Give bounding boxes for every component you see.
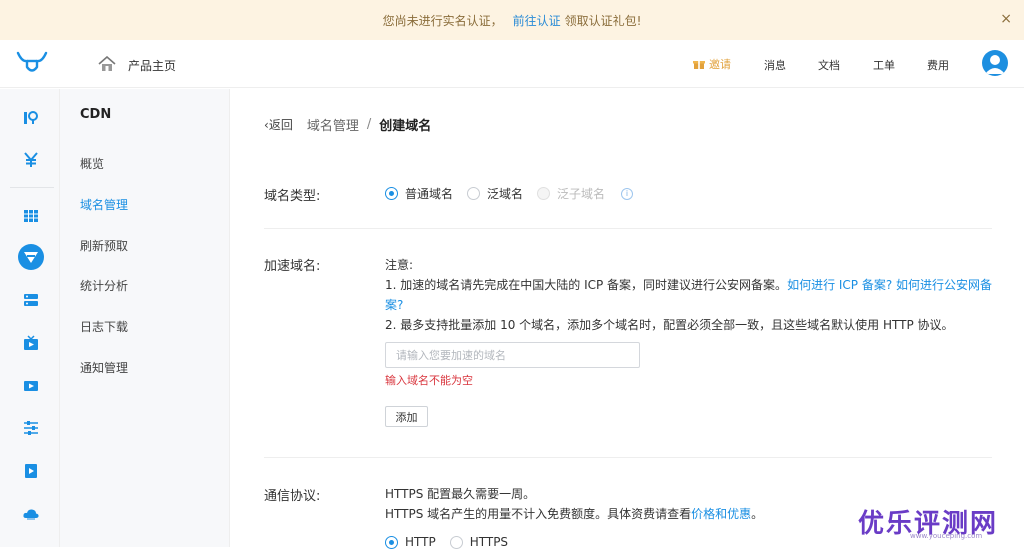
close-icon[interactable]: × (1000, 11, 1012, 27)
domain-input[interactable] (385, 342, 640, 368)
billing-link[interactable]: 费用 (927, 57, 949, 73)
sidebar-title: CDN (80, 107, 112, 122)
accel-domain-notes: 注意: 1. 加速的域名请先完成在中国大陆的 ICP 备案，同时建议进行公安网备… (385, 255, 995, 335)
protocol-note-2-text: HTTPS 域名产生的用量不计入免费额度。具体资费请查看 (385, 507, 692, 521)
section-divider (264, 457, 992, 458)
tv-icon[interactable] (22, 334, 40, 352)
sidebar-item-notifications[interactable]: 通知管理 (80, 359, 128, 376)
watermark-url: www.youceping.com (910, 532, 983, 540)
protocol-note-1: HTTPS 配置最久需要一周。 (385, 487, 536, 501)
radio-label: 泛子域名 (557, 187, 606, 201)
radio-dot-disabled (537, 187, 551, 200)
gift-icon (693, 61, 705, 69)
banner-suffix: 领取认证礼包! (564, 13, 642, 28)
protocol-label: 通信协议: (264, 489, 321, 504)
cloud-icon[interactable] (22, 505, 40, 523)
radio-wildcard-subdomain: 泛子域名 (537, 185, 605, 202)
page-title: 创建域名 (379, 119, 432, 134)
note-1: 1. 加速的域名请先完成在中国大陆的 ICP 备案，同时建议进行公安网备案。如何… (385, 275, 995, 315)
radio-label: 泛域名 (487, 187, 524, 201)
logo-icon[interactable] (16, 50, 48, 76)
sidebar-item-refresh-prefetch[interactable]: 刷新预取 (80, 237, 128, 254)
accel-domain-label: 加速域名: (264, 259, 321, 274)
radio-dot (467, 187, 481, 200)
yen-icon[interactable] (22, 151, 40, 169)
cdn-sidebar: CDN 概览 域名管理 刷新预取 统计分析 日志下载 通知管理 (60, 89, 230, 547)
breadcrumb: ‹返回 域名管理 / 创建域名 (264, 115, 431, 134)
sidebar-item-overview[interactable]: 概览 (80, 155, 104, 172)
verification-banner: 您尚未进行实名认证， 前往认证 领取认证礼包! × (0, 0, 1024, 40)
back-button[interactable]: ‹返回 (264, 116, 293, 133)
banner-message: 您尚未进行实名认证， (382, 13, 503, 28)
home-icon (98, 56, 116, 71)
domain-error-message: 输入域名不能为空 (385, 374, 473, 387)
protocol-note-2: HTTPS 域名产生的用量不计入免费额度。具体资费请查看价格和优惠。 (385, 504, 763, 524)
protocol-notes: HTTPS 配置最久需要一周。 HTTPS 域名产生的用量不计入免费额度。具体资… (385, 484, 763, 524)
messages-link[interactable]: 消息 (764, 57, 786, 73)
verify-link[interactable]: 前往认证 (513, 12, 561, 29)
top-navigation: 产品主页 邀请 消息 文档 工单 费用 (0, 40, 1024, 88)
section-divider (264, 228, 992, 229)
product-home-link[interactable]: 产品主页 (128, 57, 176, 74)
protocol-note-2-end: 。 (751, 507, 764, 521)
domain-type-label: 域名类型: (264, 189, 321, 204)
play-icon[interactable] (22, 462, 40, 480)
docs-link[interactable]: 文档 (818, 57, 840, 73)
add-domain-button[interactable]: 添加 (385, 406, 428, 427)
police-filing-link-cont[interactable]: 案? (385, 298, 403, 312)
sidebar-item-statistics[interactable]: 统计分析 (80, 277, 128, 294)
police-filing-link[interactable]: 如何进行公安网备 (896, 278, 992, 292)
back-label: 返回 (268, 118, 293, 132)
avatar[interactable] (982, 50, 1008, 76)
video-icon[interactable] (22, 377, 40, 395)
sidebar-item-domain-management[interactable]: 域名管理 (80, 196, 128, 213)
notes-title: 注意: (385, 258, 414, 272)
user-icon (985, 55, 1005, 74)
note-1-text: 1. 加速的域名请先完成在中国大陆的 ICP 备案，同时建议进行公安网备案。 (385, 278, 788, 292)
grid-icon[interactable] (22, 207, 40, 225)
server-icon[interactable] (22, 291, 40, 309)
rail-divider (10, 187, 54, 188)
route-icon[interactable] (22, 109, 40, 127)
radio-normal-domain[interactable]: 普通域名 (385, 185, 453, 202)
product-icon-rail (0, 89, 60, 547)
cdn-icon[interactable] (18, 244, 44, 270)
invite-label: 邀请 (709, 58, 731, 71)
info-icon[interactable]: i (621, 187, 634, 200)
radio-dot-selected (385, 187, 398, 200)
invite-link[interactable]: 邀请 (693, 56, 731, 72)
radio-wildcard-domain[interactable]: 泛域名 (467, 185, 523, 202)
cdn-glyph-icon (24, 252, 38, 263)
sliders-icon[interactable] (22, 419, 40, 437)
breadcrumb-domain-management[interactable]: 域名管理 (307, 115, 359, 134)
main-content: ‹返回 域名管理 / 创建域名 域名类型: 普通域名 泛域名 泛子域名 i 加速… (231, 89, 1024, 549)
icp-filing-link[interactable]: 如何进行 ICP 备案? (787, 278, 892, 292)
domain-type-radio-group: 普通域名 泛域名 泛子域名 i (385, 185, 634, 202)
pricing-link[interactable]: 价格和优惠 (691, 507, 751, 521)
sidebar-item-log-download[interactable]: 日志下载 (80, 318, 128, 335)
radio-label: 普通域名 (405, 187, 454, 201)
tickets-link[interactable]: 工单 (873, 57, 895, 73)
note-2: 2. 最多支持批量添加 10 个域名，添加多个域名时，配置必须全部一致，且这些域… (385, 318, 954, 332)
breadcrumb-separator: / (366, 117, 372, 132)
